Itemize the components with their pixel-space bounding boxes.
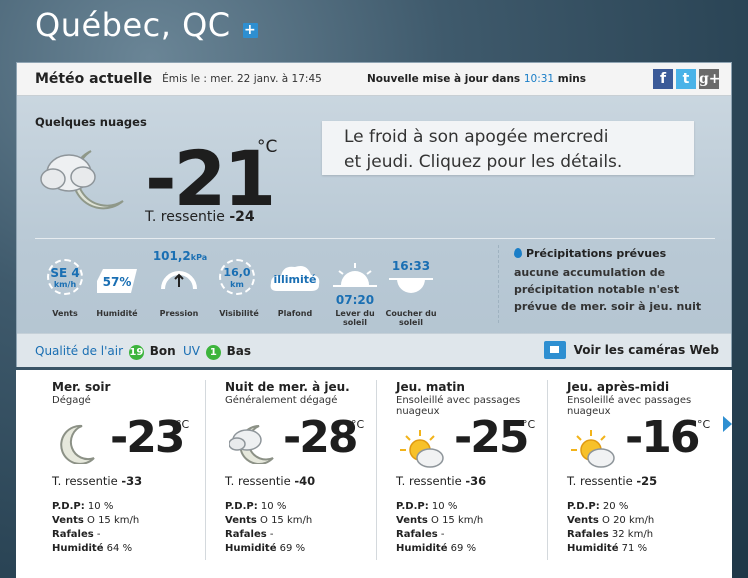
period-temp-unit: °C [522,418,536,431]
facebook-icon[interactable]: f [653,69,673,89]
period-feels-like: T. ressentie -33 [52,474,143,488]
current-feels-like: T. ressentie -24 [145,209,255,225]
sun-cloud-icon [571,430,615,468]
section-divider [35,238,715,239]
next-update: Nouvelle mise à jour dans 10:31 mins [367,73,587,85]
google-plus-icon[interactable]: g+ [699,69,721,89]
period-temperature: -23 [110,412,185,463]
sunset-icon [389,278,433,293]
precip-text: aucune accumulation de précipitation not… [514,266,702,313]
stat-visibility: 16,0 km Visibilité [219,259,259,329]
sunrise-icon [333,263,377,287]
stat-pressure: 101,2kPa Pression [152,249,208,318]
period-details: P.D.P: 20 % Vents O 20 km/h Rafales 32 k… [567,501,655,554]
period-condition: Dégagé [52,395,91,406]
air-quality-bar: Qualité de l'air 19 Bon UV 1 Bas Voir le… [17,333,731,367]
forecast-period: Jeu. après-midi Ensoleillé avec passages… [567,380,732,570]
period-temp-unit: °C [697,418,711,431]
period-title: Nuit de mer. à jeu. [225,380,350,394]
twitter-icon[interactable]: t [676,69,696,89]
period-details: P.D.P: 10 % Vents O 15 km/h Rafales - Hu… [396,501,484,554]
webcam-link[interactable]: Voir les caméras Web [543,341,719,359]
column-divider [376,380,377,560]
stat-sunset: 16:33 Coucher du soleil [385,259,437,327]
weather-alert-banner[interactable]: Le froid à son apogée mercredi et jeudi.… [322,121,694,175]
precipitation-panel: Précipitations prévues aucune accumulati… [514,247,724,315]
condition-label: Quelques nuages [35,115,147,129]
droplet-icon [514,248,522,258]
moon-icon [60,424,95,464]
period-title: Jeu. après-midi [567,380,670,394]
period-temperature: -16 [625,412,700,463]
current-stats: SE 4 km/h Vents 57% Humidité 101,2kPa Pr… [39,249,439,329]
current-temp-unit: °C [257,137,278,157]
moon-cloud-icon [229,425,274,464]
forecast-period: Mer. soir Dégagé -23 °C T. ressentie -33… [52,380,217,570]
period-title: Mer. soir [52,380,111,394]
current-temperature: -21 [145,134,276,223]
forecast-panel: Mer. soir Dégagé -23 °C T. ressentie -33… [16,370,732,578]
period-temperature: -25 [454,412,529,463]
social-links: f t g+ [653,69,721,89]
period-feels-like: T. ressentie -40 [225,474,316,488]
stat-ceiling: illimité Plafond [269,259,320,329]
next-forecast-arrow[interactable] [723,416,732,432]
period-condition: Généralement dégagé [225,395,338,406]
period-title: Jeu. matin [396,380,465,394]
stat-humidity: 57% Humidité [95,259,139,329]
uv-index[interactable]: UV 1 Bas [183,344,251,360]
sun-cloud-icon [400,430,444,468]
issued-time: Émis le : mer. 22 janv. à 17:45 [162,73,322,85]
stats-divider [498,245,499,323]
forecast-period: Jeu. matin Ensoleillé avec passages nuag… [396,380,561,570]
current-header: Météo actuelle Émis le : mer. 22 janv. à… [17,63,731,96]
current-title: Météo actuelle [35,71,153,87]
air-quality[interactable]: Qualité de l'air 19 Bon [35,344,176,360]
forecast-period: Nuit de mer. à jeu. Généralement dégagé … [225,380,390,570]
pressure-gauge-icon [161,271,197,290]
column-divider [205,380,206,560]
current-conditions-panel: Météo actuelle Émis le : mer. 22 janv. à… [16,62,732,367]
period-feels-like: T. ressentie -36 [396,474,487,488]
period-details: P.D.P: 10 % Vents O 15 km/h Rafales - Hu… [52,501,140,554]
stat-wind: SE 4 km/h Vents [45,259,85,329]
city-title: Québec, QC + [35,6,258,44]
add-favorite-button[interactable]: + [242,22,258,38]
period-details: P.D.P: 10 % Vents O 15 km/h Rafales - Hu… [225,501,313,554]
city-name: Québec, QC [35,6,231,44]
banner-text: Le froid à son apogée mercredi et jeudi.… [344,127,623,172]
camera-icon [543,341,566,359]
period-temperature: -28 [283,412,358,463]
precip-title: Précipitations prévues [526,247,667,260]
stat-sunrise: 07:20 Lever du soleil [333,259,377,329]
period-temp-unit: °C [176,418,190,431]
moon-cloud-icon [40,150,124,210]
period-temp-unit: °C [351,418,365,431]
period-feels-like: T. ressentie -25 [567,474,658,488]
column-divider [547,380,548,560]
